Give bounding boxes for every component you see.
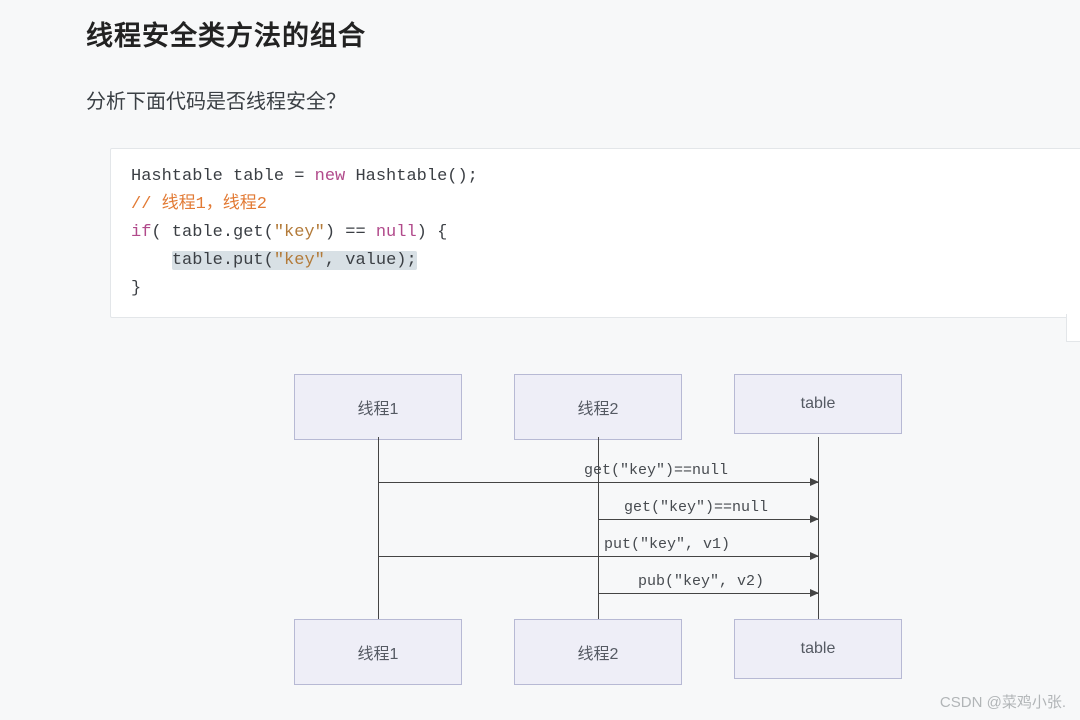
code-block: Hashtable table = new Hashtable(); // 线程… [110, 148, 1080, 318]
arrow-1-label: get("key")==null [584, 462, 728, 479]
code-l3s: "key" [274, 223, 325, 242]
arrow-3 [378, 556, 818, 557]
arrow-2-label: get("key")==null [624, 499, 768, 516]
code-l4s: "key" [274, 251, 325, 270]
code-l3b: ( table.get( [151, 223, 273, 242]
sequence-diagram: 线程1 线程2 table get("key")==null get("key"… [294, 374, 914, 684]
code-l1a: Hashtable table = [131, 167, 315, 186]
arrow-4-label: pub("key", v2) [638, 573, 764, 590]
code-wrap: Hashtable table = new Hashtable(); // 线程… [86, 148, 1080, 318]
arrow-2 [598, 519, 818, 520]
language-tag: java [1066, 314, 1080, 342]
code-l3a: if [131, 223, 151, 242]
lifeline-thread1-bottom: 线程1 [294, 619, 462, 685]
lifeline-thread1-top: 线程1 [294, 374, 462, 440]
arrow-1 [378, 482, 818, 483]
lifeline-table-bottom: table [734, 619, 902, 679]
watermark: CSDN @菜鸡小张. [940, 691, 1066, 712]
code-l4b: , value); [325, 251, 417, 270]
code-l5: } [131, 279, 141, 298]
lifeline-thread2-bottom: 线程2 [514, 619, 682, 685]
arrow-3-label: put("key", v1) [604, 536, 730, 553]
code-l3c: ) == [325, 223, 376, 242]
code-l4a: table.put( [172, 251, 274, 270]
code-l1b: Hashtable(); [345, 167, 478, 186]
lifeline-table-top: table [734, 374, 902, 434]
code-l2: // 线程1，线程2 [131, 195, 267, 214]
page-title: 线程安全类方法的组合 [86, 14, 1080, 53]
code-l3kw2: null [376, 223, 417, 242]
vline-1 [378, 437, 379, 619]
code-l1-kw: new [315, 167, 346, 186]
question-text: 分析下面代码是否线程安全？ [86, 85, 1080, 114]
lifeline-thread2-top: 线程2 [514, 374, 682, 440]
code-l3d: ) { [417, 223, 448, 242]
arrow-4 [598, 593, 818, 594]
